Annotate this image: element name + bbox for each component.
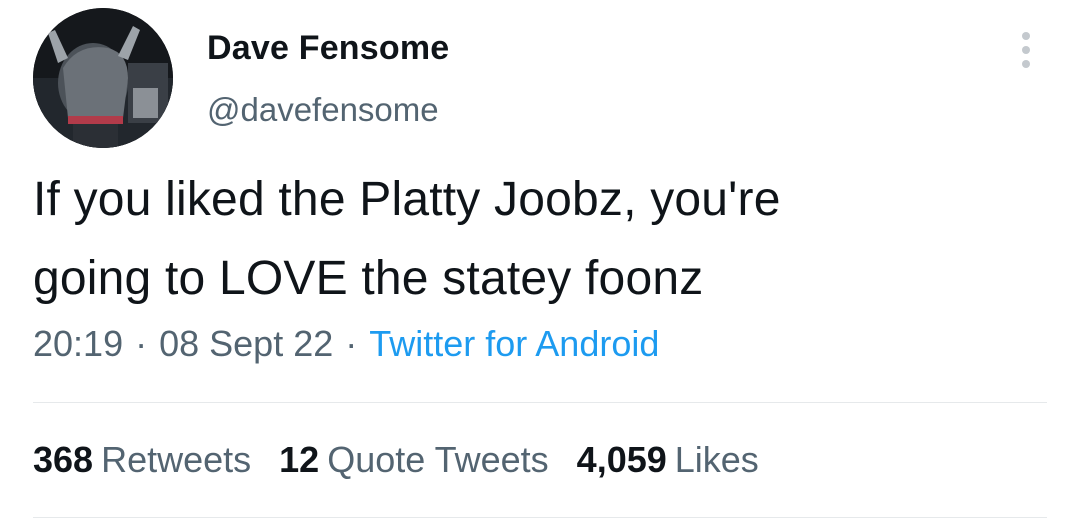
more-options-button[interactable] [1008,26,1044,72]
tweet-date[interactable]: 08 Sept 22 [159,323,333,364]
likes-stat[interactable]: 4,059 Likes [577,438,759,482]
retweets-label: Retweets [101,439,252,480]
engagement-stats: 368 Retweets 12 Quote Tweets 4,059 Likes [33,438,787,482]
display-name[interactable]: Dave Fensome [207,28,449,68]
tweet-card: Dave Fensome @davefensome If you liked t… [0,0,1080,520]
likes-label: Likes [674,439,759,480]
tweet-text-line-2: going to LOVE the statey foonz [33,252,704,305]
likes-count: 4,059 [576,439,667,480]
divider [33,517,1047,518]
tweet-time[interactable]: 20:19 [33,323,123,364]
tweet-source-link[interactable]: Twitter for Android [369,323,659,364]
divider [33,402,1047,403]
quote-tweets-stat[interactable]: 12 Quote Tweets [279,438,549,482]
meta-separator: · [135,323,148,364]
retweets-count: 368 [33,439,94,480]
avatar[interactable] [33,8,173,148]
quote-tweets-count: 12 [279,439,320,480]
handle[interactable]: @davefensome [207,90,439,130]
retweets-stat[interactable]: 368 Retweets [33,438,251,482]
avatar-image [33,8,173,148]
tweet-meta: 20:19 · 08 Sept 22 · Twitter for Android [33,322,659,366]
tweet-text-line-1: If you liked the Platty Joobz, you're [33,173,781,226]
quote-tweets-label: Quote Tweets [327,439,549,480]
tweet-text: If you liked the Platty Joobz, you're go… [33,160,1043,318]
meta-separator: · [345,323,358,364]
